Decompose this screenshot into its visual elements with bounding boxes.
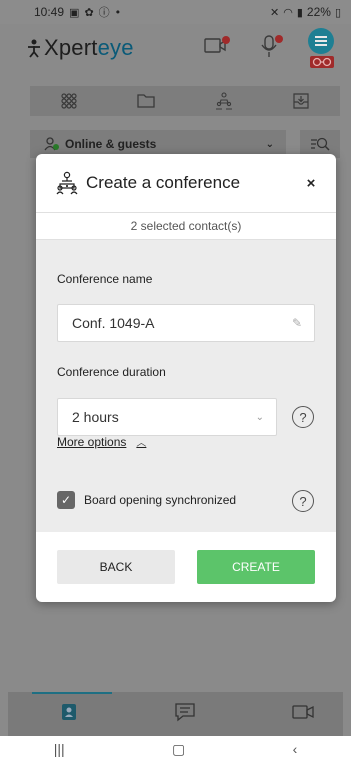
dialog-header: Create a conference × (36, 154, 336, 212)
battery-icon: ▯ (334, 5, 341, 19)
conference-name-input[interactable]: Conf. 1049-A ✎ (57, 304, 315, 342)
chevron-down-icon: ⌄ (255, 411, 264, 423)
pencil-icon: ✎ (291, 316, 302, 330)
battery-percent: 22% (306, 5, 331, 19)
logo-text-accent: eye (97, 35, 134, 60)
close-icon[interactable]: × (302, 175, 320, 192)
back-nav-icon[interactable]: ‹ (293, 741, 298, 757)
app-header: Xpert eye (0, 24, 351, 72)
inbox-icon[interactable] (292, 92, 310, 110)
dialog-title: Create a conference (86, 173, 241, 192)
conference-name-label: Conference name (57, 272, 153, 286)
contacts-tab-icon[interactable] (58, 702, 80, 722)
menu-icon[interactable] (308, 28, 334, 54)
bottom-tab-bar (8, 692, 343, 736)
signal-icon: ▮ (296, 5, 303, 19)
status-bar: 10:49 ▣ ✿ ⓘ • ✕ ◠ ▮ 22% ▯ (0, 0, 351, 24)
image-notification-icon: ▣ (69, 5, 80, 19)
create-conference-dialog: Create a conference × 2 selected contact… (36, 154, 336, 602)
status-time: 10:49 (34, 5, 65, 19)
logo-text-main: Xpert (44, 35, 98, 60)
more-options-label: More options (57, 434, 127, 449)
chevron-down-icon: ⌄ (265, 138, 274, 150)
active-tab-indicator (32, 692, 112, 694)
chat-tab-icon[interactable] (174, 702, 196, 722)
board-sync-help-icon[interactable]: ? (292, 490, 314, 512)
toolbar (30, 86, 340, 116)
logo-mark-icon (28, 39, 40, 58)
dialog-body: Conference name Conf. 1049-A ✎ Conferenc… (36, 240, 336, 532)
conference-group-icon (56, 171, 78, 195)
folder-icon[interactable] (137, 92, 155, 110)
selected-contacts-count: 2 selected contact(s) (36, 212, 336, 240)
chevron-up-icon: ︿ (136, 438, 147, 449)
conference-duration-label: Conference duration (57, 365, 166, 379)
dot-icon: • (114, 5, 122, 19)
board-sync-label: Board opening synchronized (84, 493, 237, 507)
group-icon[interactable] (215, 92, 233, 110)
app-logo: Xpert eye (26, 35, 134, 61)
filter-search-icon (311, 137, 330, 151)
wifi-icon: ◠ (283, 5, 293, 19)
board-sync-row[interactable]: ✓ Board opening synchronized (57, 491, 236, 509)
accessibility-icon: ✿ (84, 5, 94, 19)
camera-off-icon[interactable] (204, 36, 230, 54)
info-icon: ⓘ (98, 6, 110, 19)
video-tab-icon[interactable] (292, 702, 314, 722)
mic-off-icon[interactable] (260, 34, 284, 60)
checkbox-checked-icon[interactable]: ✓ (57, 491, 75, 509)
more-options-toggle[interactable]: More options ︿ (57, 434, 147, 450)
conference-duration-select[interactable]: 2 hours ⌄ (57, 398, 277, 436)
glasses-icon[interactable] (310, 56, 334, 68)
filter-selected-label: Online & guests (65, 137, 157, 151)
mute-icon: ✕ (270, 5, 280, 19)
create-button[interactable]: CREATE (197, 550, 315, 584)
back-button[interactable]: BACK (57, 550, 175, 584)
online-user-icon (44, 137, 59, 151)
dialog-footer: BACK CREATE (36, 532, 336, 602)
duration-help-icon[interactable]: ? (292, 406, 314, 428)
recent-apps-icon[interactable]: ||| (54, 741, 65, 757)
system-nav-bar: ||| ▢ ‹ (0, 736, 351, 762)
conference-name-value: Conf. 1049-A (72, 315, 155, 331)
home-icon[interactable]: ▢ (172, 741, 185, 758)
grid-icon[interactable] (60, 92, 78, 110)
conference-duration-value: 2 hours (72, 409, 119, 425)
